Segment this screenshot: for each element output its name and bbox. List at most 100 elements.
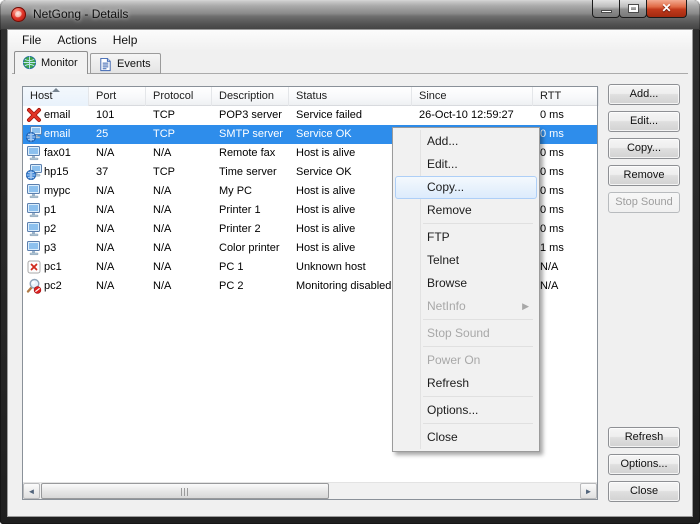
context-menu-item-options[interactable]: Options... bbox=[395, 399, 537, 422]
cell-description: My PC bbox=[212, 182, 289, 201]
column-header-rtt[interactable]: RTT bbox=[533, 87, 599, 106]
menu-item-label: Add... bbox=[427, 134, 458, 148]
menu-actions[interactable]: Actions bbox=[49, 30, 104, 50]
host-icon bbox=[26, 240, 42, 256]
menu-item-label: Options... bbox=[427, 403, 478, 417]
service-host-icon bbox=[26, 126, 42, 142]
cell-protocol: N/A bbox=[146, 144, 212, 163]
tab-label: Monitor bbox=[41, 57, 78, 69]
cell-port: N/A bbox=[89, 258, 146, 277]
menu-item-label: Close bbox=[427, 430, 458, 444]
cell-rtt: N/A bbox=[533, 277, 599, 296]
maximize-button[interactable] bbox=[619, 0, 647, 18]
cell-port: N/A bbox=[89, 220, 146, 239]
menu-item-label: Power On bbox=[427, 353, 480, 367]
context-menu-item-copy[interactable]: Copy... bbox=[395, 176, 537, 199]
menu-item-label: Edit... bbox=[427, 157, 458, 171]
column-header-description[interactable]: Description bbox=[212, 87, 289, 106]
app-icon bbox=[11, 7, 26, 22]
context-menu-item-refresh[interactable]: Refresh bbox=[395, 372, 537, 395]
submenu-arrow-icon: ▶ bbox=[522, 295, 529, 318]
context-menu-item-edit[interactable]: Edit... bbox=[395, 153, 537, 176]
close-button[interactable]: ✕ bbox=[646, 0, 687, 18]
menu-file[interactable]: File bbox=[14, 30, 49, 50]
context-menu-item-power-on: Power On bbox=[395, 349, 537, 372]
column-header-protocol[interactable]: Protocol bbox=[146, 87, 212, 106]
maximize-icon bbox=[629, 5, 638, 12]
context-menu-item-browse[interactable]: Browse bbox=[395, 272, 537, 295]
host-icon bbox=[26, 221, 42, 237]
menu-item-label: Stop Sound bbox=[427, 326, 490, 340]
host-icon bbox=[26, 183, 42, 199]
cell-description: Printer 1 bbox=[212, 201, 289, 220]
cell-protocol: TCP bbox=[146, 125, 212, 144]
cell-status: Service failed bbox=[289, 106, 412, 125]
cell-description: Printer 2 bbox=[212, 220, 289, 239]
cell-rtt: 0 ms bbox=[533, 125, 599, 144]
service-failed-icon bbox=[26, 107, 42, 123]
context-menu-item-remove[interactable]: Remove bbox=[395, 199, 537, 222]
cell-protocol: N/A bbox=[146, 258, 212, 277]
unknown-host-icon bbox=[26, 259, 42, 275]
context-menu-item-ftp[interactable]: FTP bbox=[395, 226, 537, 249]
monitoring-disabled-icon bbox=[26, 278, 42, 294]
scrollbar-thumb[interactable] bbox=[41, 483, 329, 499]
host-icon bbox=[26, 145, 42, 161]
list-header: HostPortProtocolDescriptionStatusSinceRT… bbox=[23, 87, 597, 106]
column-header-since[interactable]: Since bbox=[412, 87, 533, 106]
menu-separator bbox=[423, 423, 533, 424]
cell-port: 37 bbox=[89, 163, 146, 182]
table-row[interactable]: email101TCPPOP3 serverService failed26-O… bbox=[23, 106, 597, 125]
tab-monitor[interactable]: Monitor bbox=[14, 51, 88, 74]
cell-rtt: 0 ms bbox=[533, 220, 599, 239]
menu-separator bbox=[423, 396, 533, 397]
menu-help[interactable]: Help bbox=[105, 30, 146, 50]
stop-sound-button: Stop Sound bbox=[608, 192, 680, 213]
scroll-left-button[interactable]: ◄ bbox=[23, 483, 40, 499]
context-menu-item-close[interactable]: Close bbox=[395, 426, 537, 449]
cell-rtt: 0 ms bbox=[533, 163, 599, 182]
context-menu-item-add[interactable]: Add... bbox=[395, 130, 537, 153]
cell-port: 25 bbox=[89, 125, 146, 144]
minimize-button[interactable] bbox=[592, 0, 620, 18]
tab-events[interactable]: Events bbox=[90, 53, 161, 74]
cell-description: PC 1 bbox=[212, 258, 289, 277]
remove-button[interactable]: Remove bbox=[608, 165, 680, 186]
close-button[interactable]: Close bbox=[608, 481, 680, 502]
cell-rtt: N/A bbox=[533, 258, 599, 277]
options-button[interactable]: Options... bbox=[608, 454, 680, 475]
cell-port: N/A bbox=[89, 201, 146, 220]
menu-separator bbox=[423, 346, 533, 347]
cell-protocol: TCP bbox=[146, 163, 212, 182]
cell-rtt: 1 ms bbox=[533, 239, 599, 258]
column-header-status[interactable]: Status bbox=[289, 87, 412, 106]
cell-rtt: 0 ms bbox=[533, 106, 599, 125]
menu-item-label: Copy... bbox=[427, 180, 464, 194]
globe-icon bbox=[22, 55, 37, 70]
context-menu-item-telnet[interactable]: Telnet bbox=[395, 249, 537, 272]
column-header-host[interactable]: Host bbox=[23, 87, 89, 106]
cell-rtt: 0 ms bbox=[533, 182, 599, 201]
cell-protocol: N/A bbox=[146, 277, 212, 296]
horizontal-scrollbar[interactable]: ◄ ► bbox=[23, 482, 597, 499]
menu-separator bbox=[423, 223, 533, 224]
context-menu: Add... Edit... Copy... Remove FTPTelnetBrows… bbox=[392, 127, 540, 452]
title-bar[interactable]: NetGong - Details ✕ bbox=[0, 0, 700, 30]
cell-since: 26-Oct-10 12:59:27 bbox=[412, 106, 533, 125]
refresh-button[interactable]: Refresh bbox=[608, 427, 680, 448]
menu-item-label: NetInfo bbox=[427, 299, 466, 313]
cell-port: N/A bbox=[89, 182, 146, 201]
cell-description: Remote fax bbox=[212, 144, 289, 163]
events-document-icon bbox=[98, 57, 113, 72]
add-button[interactable]: Add... bbox=[608, 84, 680, 105]
cell-protocol: TCP bbox=[146, 106, 212, 125]
cell-description: POP3 server bbox=[212, 106, 289, 125]
cell-port: N/A bbox=[89, 277, 146, 296]
screen: NetGong - Details ✕ FileActionsHelp Moni… bbox=[0, 0, 700, 524]
cell-description: Time server bbox=[212, 163, 289, 182]
edit-button[interactable]: Edit... bbox=[608, 111, 680, 132]
scroll-right-button[interactable]: ► bbox=[580, 483, 597, 499]
cell-port: 101 bbox=[89, 106, 146, 125]
copy-button[interactable]: Copy... bbox=[608, 138, 680, 159]
column-header-port[interactable]: Port bbox=[89, 87, 146, 106]
